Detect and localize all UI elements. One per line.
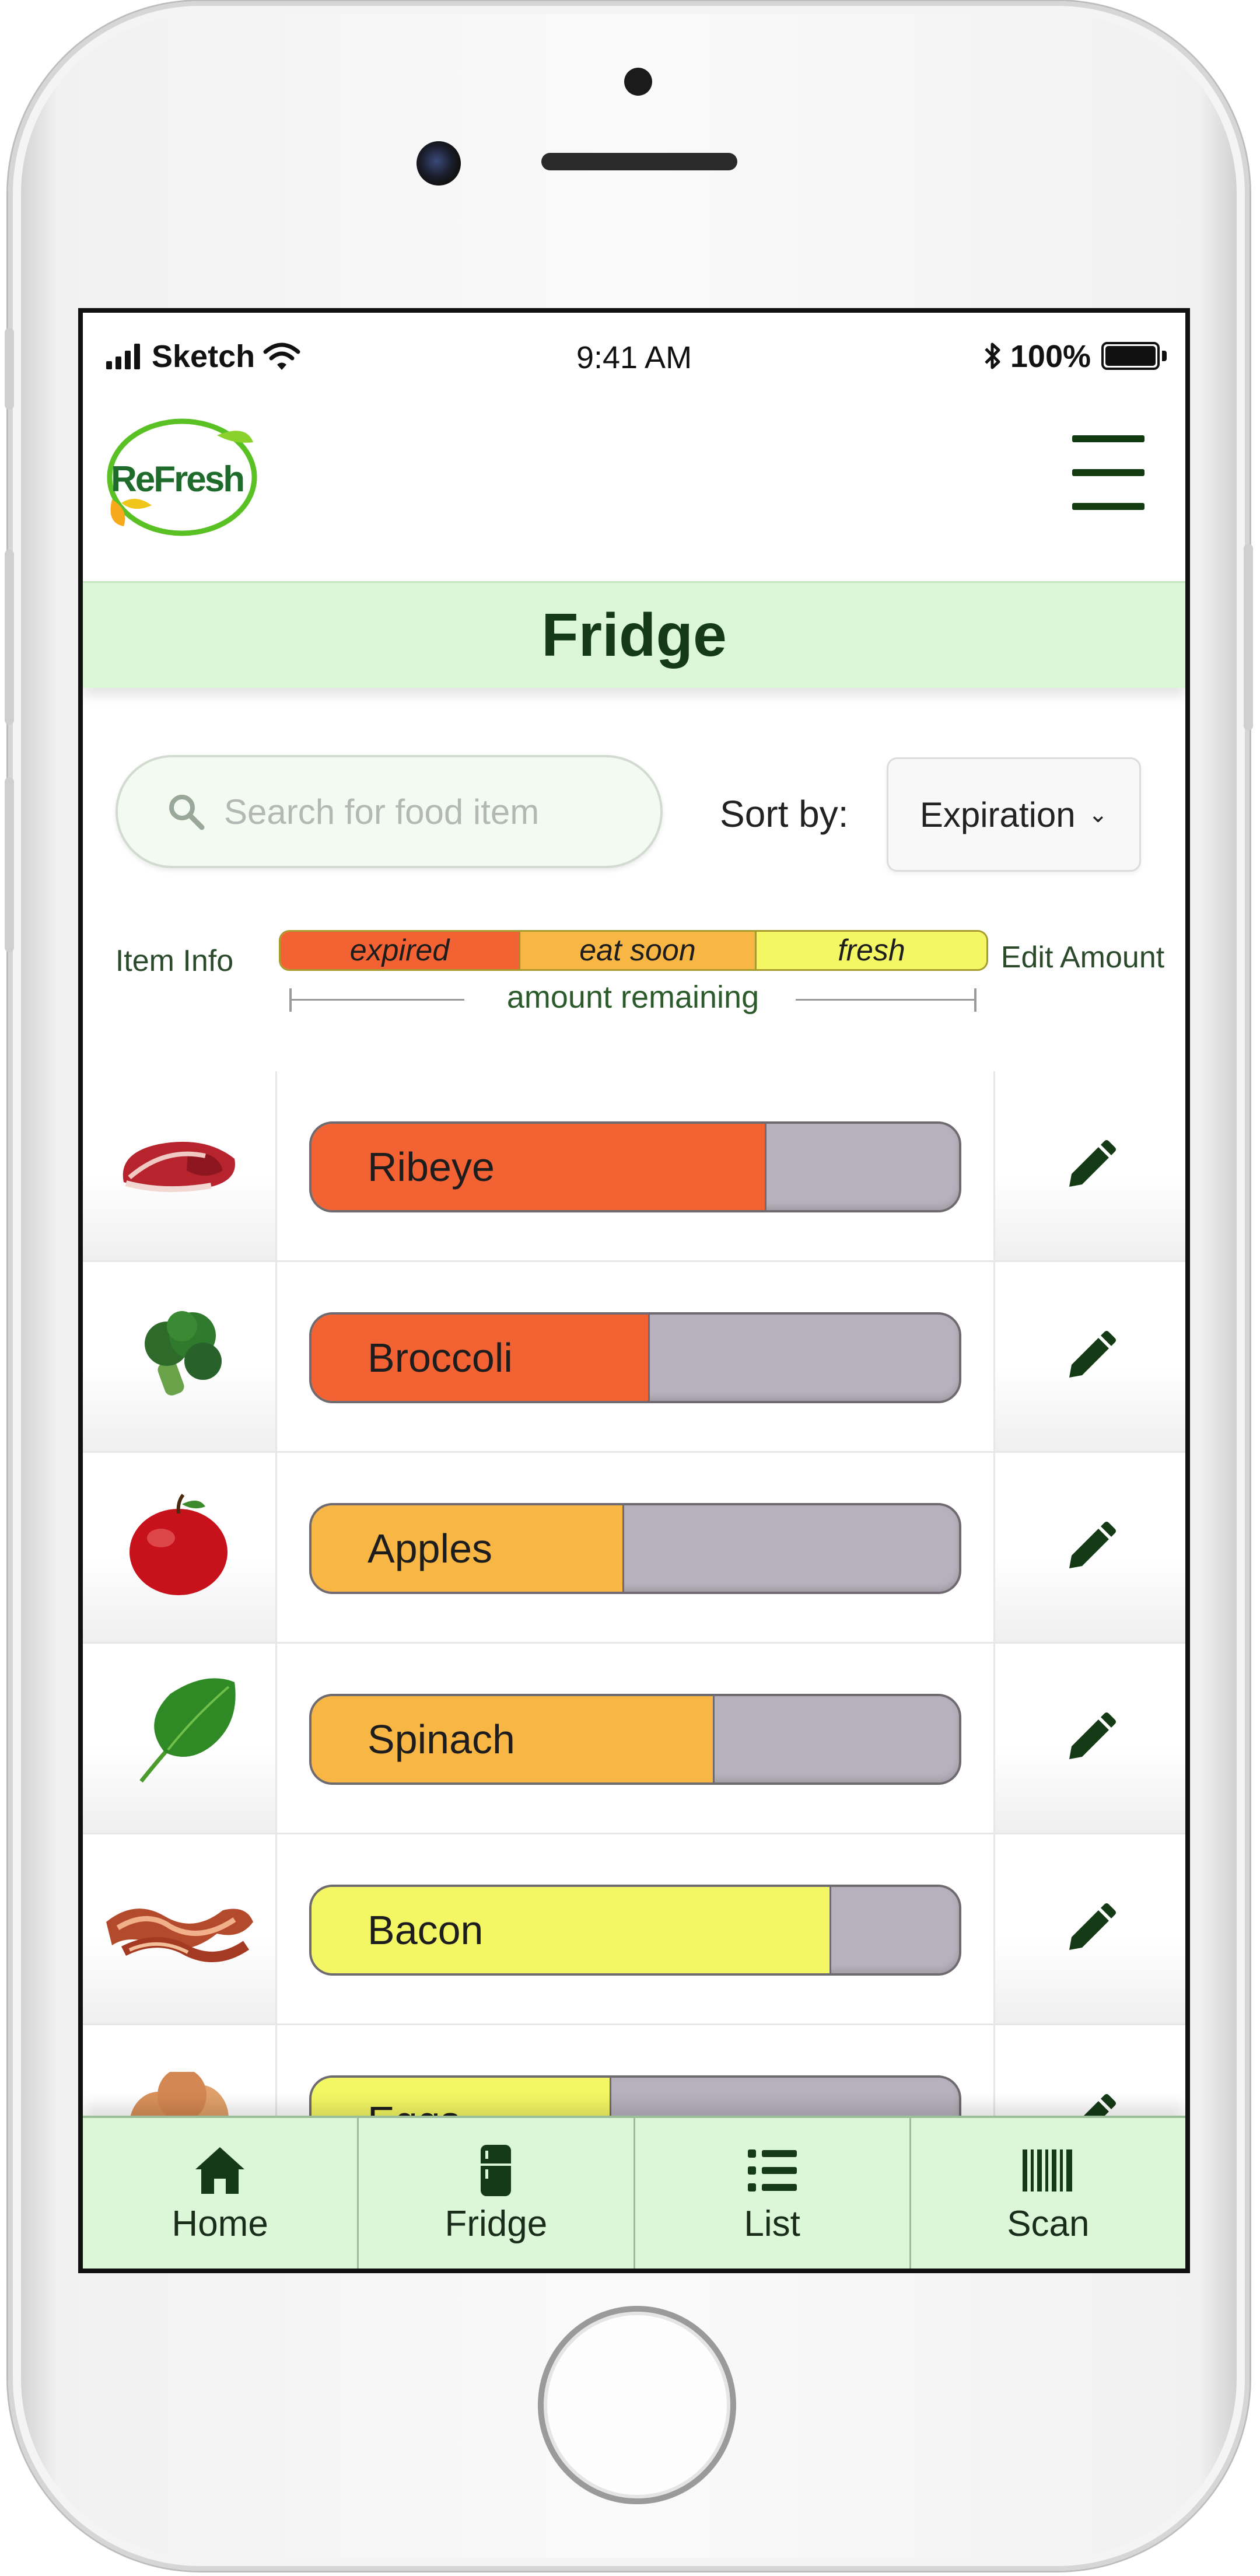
sort-label: Sort by: — [720, 793, 849, 835]
status-right: 100% — [982, 338, 1169, 375]
sort-dropdown[interactable]: Expiration ⌄ — [887, 757, 1141, 872]
edit-amount-button[interactable] — [993, 1644, 1185, 1833]
item-name: Broccoli — [368, 1335, 513, 1380]
legend-fresh: fresh — [755, 932, 986, 969]
edit-amount-button[interactable] — [993, 1262, 1185, 1451]
status-bar: Sketch 9:41 AM 100% — [83, 313, 1185, 383]
search-input[interactable] — [223, 791, 622, 833]
battery-percent: 100% — [1010, 339, 1091, 374]
food-list: Ribeye Broccoli Apples Spinach Bacon — [83, 1071, 1185, 2216]
item-name: Spinach — [368, 1717, 515, 1762]
nav-home[interactable]: Home — [83, 2118, 357, 2269]
item-name: Apples — [368, 1526, 493, 1571]
front-camera — [416, 141, 461, 186]
list-item: Apples — [83, 1453, 1185, 1644]
volume-up-button — [5, 550, 14, 725]
list-item: Bacon — [83, 1834, 1185, 2025]
pencil-icon — [1069, 1331, 1116, 1378]
mute-switch — [5, 328, 14, 410]
item-info-button[interactable] — [83, 1453, 277, 1642]
amount-bar: Broccoli — [309, 1312, 961, 1403]
item-info-button[interactable] — [83, 1262, 277, 1451]
steak-image — [123, 1141, 235, 1193]
page-title: Fridge — [541, 602, 727, 669]
fridge-icon — [481, 2144, 512, 2196]
nav-list[interactable]: List — [633, 2118, 909, 2269]
edit-amount-header: Edit Amount — [1000, 941, 1165, 974]
list-item: Broccoli — [83, 1262, 1185, 1453]
nav-fridge[interactable]: Fridge — [357, 2118, 633, 2269]
apple-image — [130, 1494, 228, 1595]
home-button[interactable] — [538, 2306, 736, 2504]
bluetooth-icon — [985, 342, 1000, 369]
nav-scan[interactable]: Scan — [909, 2118, 1185, 2269]
phone-screen: Sketch 9:41 AM 100% ReFresh Fridge Searc… — [78, 308, 1190, 2273]
amount-bar: Spinach — [309, 1694, 961, 1785]
pencil-icon — [1069, 1712, 1116, 1759]
home-icon — [195, 2147, 245, 2194]
page-title-bar: Fridge — [83, 581, 1185, 688]
item-info-button[interactable] — [83, 1644, 277, 1833]
battery-icon — [1101, 342, 1169, 371]
bacon-image — [106, 1909, 253, 1962]
nav-list-label: List — [744, 2203, 800, 2244]
logo-text: ReFresh — [111, 459, 245, 499]
search-icon — [169, 795, 205, 830]
item-info-button[interactable] — [83, 1834, 277, 2023]
search-box[interactable] — [116, 755, 663, 868]
sort-selected-value: Expiration — [919, 795, 1076, 834]
item-info-header: Item Info — [115, 944, 234, 978]
amount-remaining-label: amount remaining — [506, 980, 760, 1015]
bottom-nav: Home Fridge List Scan — [83, 2116, 1185, 2269]
amount-bar: Ribeye — [309, 1121, 961, 1212]
item-name: Ribeye — [368, 1144, 495, 1190]
broccoli-image — [145, 1311, 222, 1396]
amount-bar: Bacon — [309, 1885, 961, 1976]
legend-eat-soon: eat soon — [519, 932, 755, 969]
pencil-icon — [1069, 1903, 1116, 1950]
edit-amount-button[interactable] — [993, 1071, 1185, 1260]
spinach-image — [139, 1678, 236, 1783]
list-item: Spinach — [83, 1644, 1185, 1834]
barcode-icon — [1022, 2149, 1072, 2191]
edit-amount-button[interactable] — [993, 1453, 1185, 1642]
status-legend: expired eat soon fresh — [279, 930, 988, 971]
chevron-down-icon: ⌄ — [1088, 802, 1108, 827]
amount-remaining-scale: amount remaining — [289, 976, 977, 1022]
pencil-icon — [1069, 1140, 1116, 1187]
nav-scan-label: Scan — [1007, 2203, 1090, 2244]
list-icon — [747, 2149, 797, 2191]
item-info-button[interactable] — [83, 1071, 277, 1260]
volume-down-button — [5, 777, 14, 952]
item-name: Bacon — [368, 1907, 484, 1953]
list-item: Ribeye — [83, 1071, 1185, 1262]
legend-expired: expired — [281, 932, 519, 969]
nav-home-label: Home — [172, 2203, 268, 2244]
pencil-icon — [1069, 1522, 1116, 1568]
edit-amount-button[interactable] — [993, 1834, 1185, 2023]
proximity-sensor — [624, 68, 652, 96]
app-screen: Sketch 9:41 AM 100% ReFresh Fridge Searc… — [83, 313, 1185, 2269]
nav-fridge-label: Fridge — [444, 2203, 548, 2244]
earpiece-speaker — [541, 153, 737, 170]
power-button — [1244, 544, 1253, 730]
app-header: ReFresh — [83, 383, 1185, 581]
amount-bar: Apples — [309, 1503, 961, 1594]
refresh-logo[interactable]: ReFresh — [100, 412, 264, 540]
menu-icon[interactable] — [1072, 435, 1144, 511]
